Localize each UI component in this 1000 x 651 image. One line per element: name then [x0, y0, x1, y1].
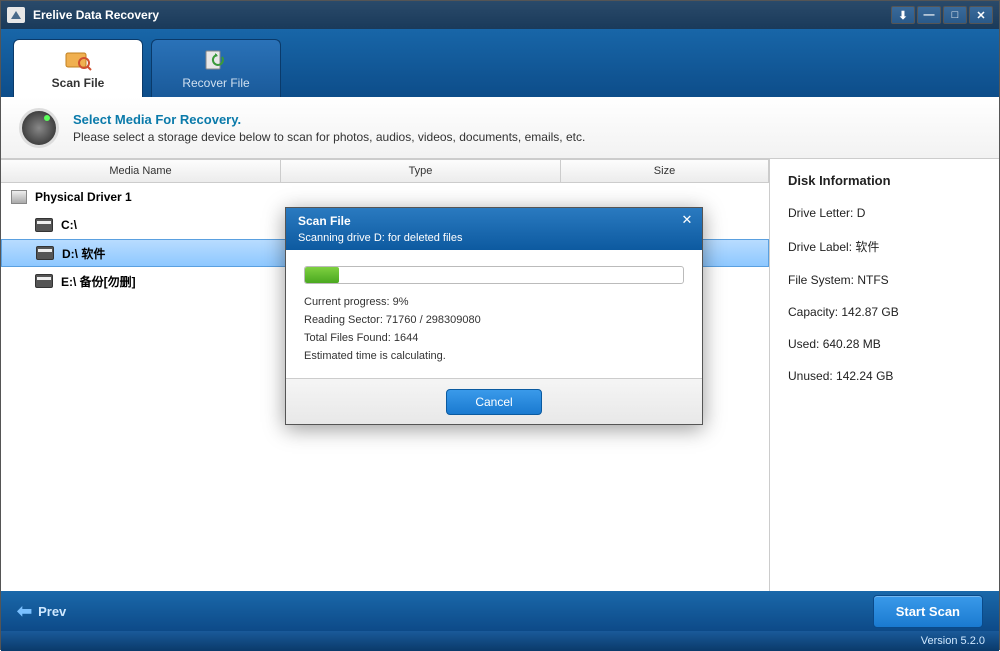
close-button[interactable]: ✕: [969, 6, 993, 24]
titlebar: Erelive Data Recovery ⬇ — □ ✕: [1, 1, 999, 29]
tab-scan-label: Scan File: [52, 76, 105, 90]
version-label: Version 5.2.0: [921, 635, 985, 647]
info-strip: Select Media For Recovery. Please select…: [1, 97, 999, 159]
media-scan-icon: [19, 108, 59, 148]
minimize-button[interactable]: —: [917, 6, 941, 24]
table-header: Media Name Type Size: [1, 159, 769, 183]
tree-drive-e-label: E:\ 备份[勿删]: [61, 273, 136, 290]
col-size[interactable]: Size: [561, 160, 769, 182]
cancel-button[interactable]: Cancel: [446, 389, 541, 415]
prev-arrow-icon: ⬅: [17, 601, 32, 622]
disk-fs-row: File System: NTFS: [788, 273, 981, 287]
tree-drive-c-label: C:\: [61, 218, 77, 232]
tab-recover-label: Recover File: [182, 76, 249, 90]
dialog-title-text: Scan File: [298, 214, 690, 228]
download-button[interactable]: ⬇: [891, 6, 915, 24]
drive-icon: [35, 218, 53, 232]
app-title: Erelive Data Recovery: [33, 8, 159, 22]
disk-cap-row: Capacity: 142.87 GB: [788, 305, 981, 319]
drive-icon: [36, 246, 54, 260]
tab-scan-file[interactable]: Scan File: [13, 39, 143, 97]
progress-sector: Reading Sector: 71760 / 298309080: [304, 314, 684, 326]
hdd-icon: [11, 190, 27, 204]
dialog-subtitle: Scanning drive D: for deleted files: [298, 232, 690, 244]
recover-file-icon: [202, 48, 230, 72]
progress-files: Total Files Found: 1644: [304, 332, 684, 344]
progress-bar: [304, 266, 684, 284]
disk-unused-row: Unused: 142.24 GB: [788, 369, 981, 383]
dialog-close-button[interactable]: ✕: [678, 212, 696, 228]
app-logo-icon: [7, 7, 25, 23]
progress-fill: [305, 267, 339, 283]
col-media-name[interactable]: Media Name: [1, 160, 281, 182]
disk-info-pane: Disk Information Drive Letter: D Drive L…: [769, 159, 999, 591]
tab-bar: Scan File Recover File: [1, 29, 999, 97]
info-desc: Please select a storage device below to …: [73, 130, 585, 144]
info-title: Select Media For Recovery.: [73, 112, 585, 127]
dialog-body: Current progress: 9% Reading Sector: 717…: [286, 250, 702, 378]
drive-icon: [35, 274, 53, 288]
progress-current: Current progress: 9%: [304, 296, 684, 308]
maximize-button[interactable]: □: [943, 6, 967, 24]
scan-file-icon: [64, 48, 92, 72]
bottom-bar: ⬅ Prev Start Scan: [1, 591, 999, 631]
version-bar: Version 5.2.0: [1, 631, 999, 651]
start-scan-button[interactable]: Start Scan: [873, 595, 983, 628]
scan-progress-dialog: Scan File Scanning drive D: for deleted …: [285, 207, 703, 425]
dialog-footer: Cancel: [286, 378, 702, 424]
tab-recover-file[interactable]: Recover File: [151, 39, 281, 97]
dialog-titlebar: Scan File Scanning drive D: for deleted …: [286, 208, 702, 250]
progress-eta: Estimated time is calculating.: [304, 350, 684, 362]
col-type[interactable]: Type: [281, 160, 561, 182]
disk-info-heading: Disk Information: [788, 173, 981, 188]
prev-button[interactable]: ⬅ Prev: [17, 601, 66, 622]
disk-label-row: Drive Label: 软件: [788, 238, 981, 255]
disk-used-row: Used: 640.28 MB: [788, 337, 981, 351]
disk-letter-row: Drive Letter: D: [788, 206, 981, 220]
tree-root-label: Physical Driver 1: [35, 190, 132, 204]
tree-drive-d-label: D:\ 软件: [62, 245, 105, 262]
prev-label: Prev: [38, 604, 66, 619]
